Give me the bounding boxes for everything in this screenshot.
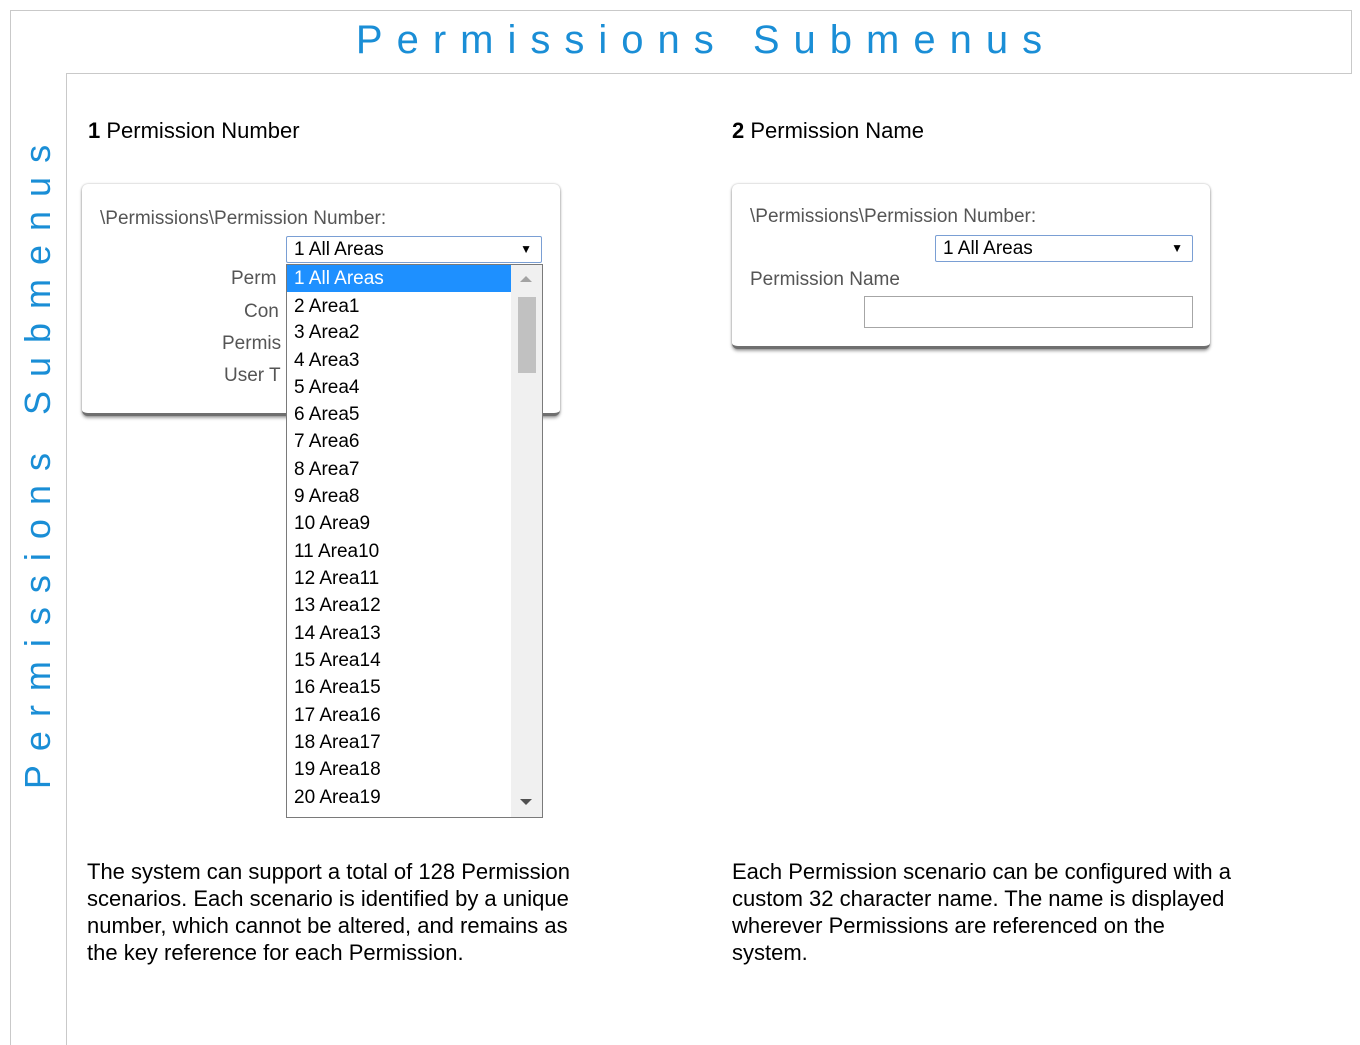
permission-number-select-value-2: 1 All Areas	[943, 238, 1033, 259]
dropdown-option[interactable]: 15 Area14	[287, 647, 511, 674]
chevron-down-icon: ▼	[520, 242, 532, 256]
scroll-up-arrow-icon[interactable]	[520, 276, 532, 282]
dropdown-option[interactable]: 1 All Areas	[287, 265, 511, 292]
content-top-line	[66, 73, 1352, 74]
section-1-description-line: the key reference for each Permission.	[87, 940, 464, 965]
dropdown-option[interactable]: 8 Area7	[287, 456, 511, 483]
page-title: Permissions Submenus	[355, 18, 1057, 62]
permission-name-label: Permission Name	[750, 269, 900, 290]
section-1-description: The system can support a total of 128 Pe…	[87, 858, 727, 966]
section-1-heading: 1 Permission Number	[88, 118, 300, 144]
scroll-down-arrow-icon[interactable]	[520, 799, 532, 805]
dropdown-option[interactable]: 7 Area6	[287, 428, 511, 455]
permission-name-panel: \Permissions\Permission Number: 1 All Ar…	[732, 184, 1210, 349]
section-1-description-line: number, which cannot be altered, and rem…	[87, 913, 568, 938]
hidden-label-3: Permis	[222, 333, 282, 354]
dropdown-option[interactable]: 5 Area4	[287, 374, 511, 401]
permission-number-dropdown[interactable]: 1 All Areas 2 Area1 3 Area2 4 Area3 5 Ar…	[286, 264, 543, 818]
dropdown-option[interactable]: 9 Area8	[287, 483, 511, 510]
dropdown-option[interactable]: 16 Area15	[287, 674, 511, 701]
scrollbar-thumb[interactable]	[518, 297, 536, 373]
section-2-description-line: Each Permission scenario can be configur…	[732, 859, 1231, 884]
dropdown-option[interactable]: 20 Area19	[287, 784, 511, 811]
permission-name-input[interactable]	[864, 296, 1193, 328]
section-1-description-line: scenarios. Each scenario is identified b…	[87, 886, 569, 911]
permission-number-select[interactable]: 1 All Areas ▼	[286, 236, 542, 263]
dropdown-option[interactable]: 12 Area11	[287, 565, 511, 592]
permission-number-select-2[interactable]: 1 All Areas ▼	[935, 235, 1193, 262]
section-2-description-line: system.	[732, 940, 808, 965]
dropdown-option[interactable]: 17 Area16	[287, 702, 511, 729]
frame-top-line	[10, 10, 1352, 11]
dropdown-option[interactable]: 3 Area2	[287, 319, 511, 346]
hidden-label-4: User T	[224, 365, 281, 386]
dropdown-scrollbar[interactable]	[511, 265, 542, 817]
dropdown-option[interactable]: 14 Area13	[287, 620, 511, 647]
section-2-description-line: wherever Permissions are referenced on t…	[732, 913, 1165, 938]
section-2-number: 2	[732, 118, 745, 143]
dropdown-option[interactable]: 6 Area5	[287, 401, 511, 428]
section-1-description-line: The system can support a total of 128 Pe…	[87, 859, 571, 884]
dropdown-option[interactable]: 13 Area12	[287, 592, 511, 619]
section-2-description-line: custom 32 character name. The name is di…	[732, 886, 1225, 911]
section-2-title: Permission Name	[750, 118, 924, 143]
section-2-heading: 2 Permission Name	[732, 118, 924, 144]
chevron-down-icon: ▼	[1171, 241, 1183, 255]
frame-left-line	[10, 10, 11, 1045]
permission-number-select-value: 1 All Areas	[294, 239, 384, 260]
side-title: Permissions Submenus	[17, 130, 58, 790]
dropdown-option[interactable]: 11 Area10	[287, 538, 511, 565]
permission-number-label: \Permissions\Permission Number:	[100, 208, 387, 229]
dropdown-option[interactable]: 4 Area3	[287, 347, 511, 374]
dropdown-option[interactable]: 19 Area18	[287, 756, 511, 783]
dropdown-option[interactable]: 2 Area1	[287, 293, 511, 320]
section-2-description: Each Permission scenario can be configur…	[732, 858, 1352, 966]
hidden-label-2: Con	[244, 301, 279, 322]
section-1-number: 1	[88, 118, 101, 143]
dropdown-option[interactable]: 10 Area9	[287, 510, 511, 537]
content-left-line	[66, 73, 67, 1045]
dropdown-option[interactable]: 18 Area17	[287, 729, 511, 756]
section-1-title: Permission Number	[106, 118, 300, 143]
permission-number-label-2: \Permissions\Permission Number:	[750, 206, 1037, 227]
hidden-label-1: Perm	[231, 268, 277, 289]
